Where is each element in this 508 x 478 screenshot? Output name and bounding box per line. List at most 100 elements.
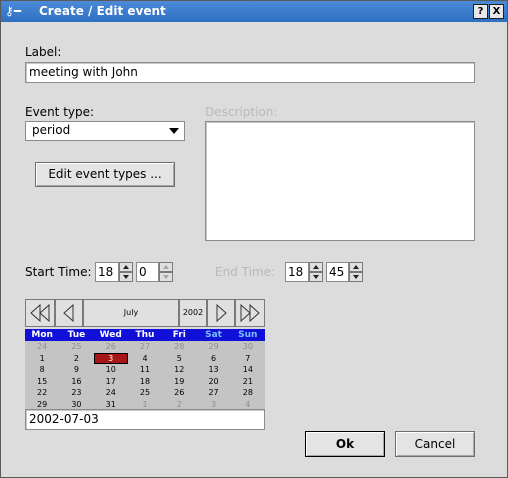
double-left-arrow-icon (30, 303, 50, 323)
double-right-arrow-icon (240, 303, 260, 323)
spin-down-button[interactable] (119, 272, 133, 282)
weekday-label: Mon (31, 330, 53, 340)
calendar-day[interactable]: 20 (196, 376, 230, 388)
description-textarea[interactable] (205, 121, 475, 241)
left-arrow-icon (63, 303, 74, 323)
calendar-day[interactable]: 5 (162, 353, 196, 365)
calendar-week: 22 23 24 25 26 27 28 (25, 387, 265, 399)
calendar-day[interactable]: 19 (162, 376, 196, 388)
start-time-caption: Start Time: (25, 265, 92, 279)
calendar-week: 15 16 17 18 19 20 21 (25, 376, 265, 388)
arrow-down-icon (313, 275, 319, 279)
calendar-day[interactable]: 23 (59, 387, 93, 399)
ok-button[interactable]: Ok (305, 431, 385, 457)
calendar-day[interactable]: 18 (128, 376, 162, 388)
end-minute-spinner[interactable] (349, 262, 363, 282)
prev-month-button[interactable] (55, 299, 83, 327)
arrow-up-icon (313, 265, 319, 269)
calendar-day[interactable]: 11 (128, 364, 162, 376)
calendar-day[interactable]: 7 (231, 353, 265, 365)
start-minute-field[interactable]: 0 (136, 262, 159, 282)
end-minute-field[interactable]: 45 (326, 262, 349, 282)
spin-up-button[interactable] (159, 262, 173, 272)
label-caption: Label: (25, 45, 62, 59)
calendar-day[interactable]: 10 (94, 364, 128, 376)
calendar-day[interactable]: 25 (59, 341, 93, 353)
end-hour-spinner[interactable] (309, 262, 323, 282)
calendar-day[interactable]: 17 (94, 376, 128, 388)
calendar-days: 24 25 26 27 28 29 30 1 2 3 4 5 6 7 8 9 1… (25, 341, 265, 410)
calendar-day[interactable]: 26 (94, 341, 128, 353)
calendar-grid: Mon Tue Wed Thu Fri Sat Sun 24 25 26 27 … (25, 329, 265, 410)
end-hour-field[interactable]: 18 (285, 262, 309, 282)
weekday-label: Thu (135, 330, 155, 340)
spin-down-button[interactable] (309, 272, 323, 282)
calendar-day[interactable]: 14 (231, 364, 265, 376)
calendar-day[interactable]: 29 (196, 341, 230, 353)
arrow-down-icon (353, 275, 359, 279)
calendar-day[interactable]: 26 (162, 387, 196, 399)
calendar-day[interactable]: 21 (231, 376, 265, 388)
end-time-caption: End Time: (215, 265, 276, 279)
arrow-down-icon (123, 275, 129, 279)
spin-down-button[interactable] (349, 272, 363, 282)
weekday-header: Mon Tue Wed Thu Fri Sat Sun (25, 329, 265, 341)
start-minute-spinner[interactable] (159, 262, 173, 282)
weekday-label: Sun (238, 330, 258, 340)
calendar-day[interactable]: 28 (162, 341, 196, 353)
chevron-down-icon (169, 128, 179, 134)
key-icon[interactable]: ⚷━ (5, 4, 35, 18)
calendar-day[interactable]: 28 (231, 387, 265, 399)
title-bar[interactable]: ⚷━ Create / Edit event ? X (1, 1, 507, 22)
calendar-day[interactable]: 25 (128, 387, 162, 399)
calendar-day[interactable]: 24 (25, 341, 59, 353)
weekday-label: Fri (172, 330, 186, 340)
description-caption: Description: (205, 105, 278, 119)
weekday-label: Wed (99, 330, 122, 340)
spin-up-button[interactable] (119, 262, 133, 272)
calendar-day[interactable]: 22 (25, 387, 59, 399)
edit-event-types-button[interactable]: Edit event types ... (35, 162, 175, 187)
weekday-label: Tue (67, 330, 86, 340)
close-button[interactable]: X (489, 4, 504, 19)
label-input[interactable]: meeting with John (25, 62, 475, 83)
start-hour-field[interactable]: 18 (95, 262, 119, 282)
calendar-day[interactable]: 2 (59, 353, 93, 365)
calendar-day[interactable]: 13 (196, 364, 230, 376)
calendar-day[interactable]: 1 (25, 353, 59, 365)
calendar-day[interactable]: 16 (59, 376, 93, 388)
start-hour-spinner[interactable] (119, 262, 133, 282)
calendar-day[interactable]: 4 (128, 353, 162, 365)
calendar-day[interactable]: 24 (94, 387, 128, 399)
calendar-day[interactable]: 8 (25, 364, 59, 376)
weekday-label: Sat (205, 330, 222, 340)
right-arrow-icon (216, 303, 227, 323)
calendar-week: 1 2 3 4 5 6 7 (25, 352, 265, 365)
calendar-week: 24 25 26 27 28 29 30 (25, 341, 265, 353)
arrow-down-icon (163, 275, 169, 279)
calendar-day[interactable]: 15 (25, 376, 59, 388)
window-title: Create / Edit event (39, 4, 166, 18)
help-button[interactable]: ? (473, 4, 488, 19)
spin-up-button[interactable] (349, 262, 363, 272)
calendar-day[interactable]: 27 (128, 341, 162, 353)
date-field[interactable]: 2002-07-03 (25, 409, 265, 430)
first-month-button[interactable] (25, 299, 55, 327)
arrow-up-icon (123, 265, 129, 269)
spin-up-button[interactable] (309, 262, 323, 272)
calendar-week: 8 9 10 11 12 13 14 (25, 364, 265, 376)
calendar-day[interactable]: 9 (59, 364, 93, 376)
calendar-day-selected[interactable]: 3 (93, 352, 128, 364)
year-label[interactable]: 2002 (179, 299, 207, 327)
calendar-day[interactable]: 30 (231, 341, 265, 353)
cancel-button[interactable]: Cancel (395, 431, 475, 457)
calendar-day[interactable]: 12 (162, 364, 196, 376)
last-month-button[interactable] (235, 299, 265, 327)
dialog-window: ⚷━ Create / Edit event ? X Label: meetin… (0, 0, 508, 478)
spin-down-button[interactable] (159, 272, 173, 282)
month-label[interactable]: July (83, 299, 179, 327)
calendar-day[interactable]: 6 (196, 353, 230, 365)
calendar-day[interactable]: 27 (196, 387, 230, 399)
event-type-select[interactable]: period (25, 121, 185, 141)
next-month-button[interactable] (207, 299, 235, 327)
